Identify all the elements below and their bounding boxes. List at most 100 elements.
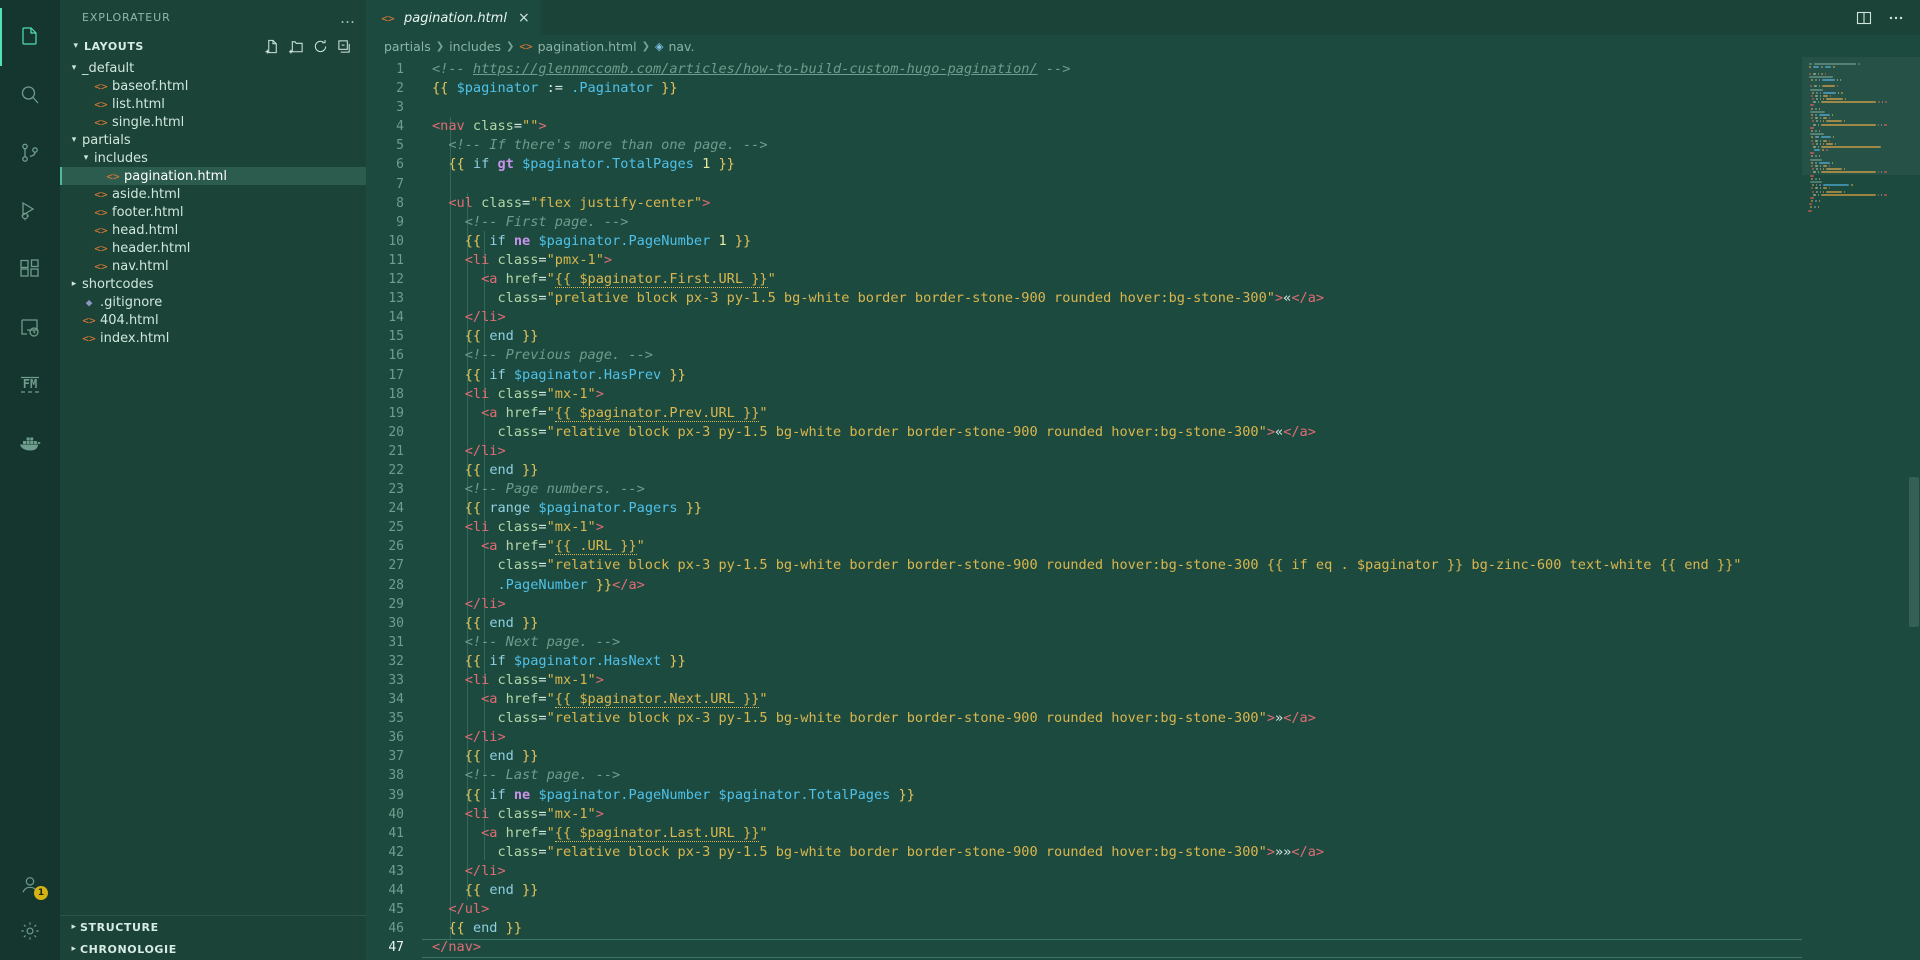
code-line-text[interactable]: </li> <box>422 308 1802 327</box>
new-folder-icon[interactable] <box>289 39 304 54</box>
tree-item-aside-html[interactable]: <> aside.html <box>60 185 366 203</box>
code-line-text[interactable]: <!-- Next page. --> <box>422 633 1802 652</box>
code-line-text[interactable]: {{ if $paginator.HasNext }} <box>422 652 1802 671</box>
sidebar-section-layouts[interactable]: ▾ LAYOUTS <box>60 35 366 57</box>
code-line[interactable]: 10 {{ if ne $paginator.PageNumber 1 }} <box>366 232 1802 251</box>
code-line[interactable]: 25 <li class="mx-1"> <box>366 518 1802 537</box>
code-line-text[interactable]: <a href="{{ $paginator.Next.URL }}" <box>422 690 1802 709</box>
code-line[interactable]: 7 <box>366 175 1802 194</box>
code-line[interactable]: 29 </li> <box>366 595 1802 614</box>
code-line-text[interactable]: {{ end }} <box>422 461 1802 480</box>
split-editor-icon[interactable] <box>1856 10 1872 26</box>
code-line[interactable]: 14 </li> <box>366 308 1802 327</box>
code-line[interactable]: 5 <!-- If there's more than one page. --… <box>366 136 1802 155</box>
code-line[interactable]: 23 <!-- Page numbers. --> <box>366 480 1802 499</box>
code-line[interactable]: 27 class="relative block px-3 py-1.5 bg-… <box>366 556 1802 575</box>
code-line-text[interactable]: {{ if $paginator.HasPrev }} <box>422 366 1802 385</box>
tree-item-nav-html[interactable]: <> nav.html <box>60 257 366 275</box>
tree-item-baseof-html[interactable]: <> baseof.html <box>60 77 366 95</box>
code-line[interactable]: 15 {{ end }} <box>366 327 1802 346</box>
code-line[interactable]: 3 <box>366 98 1802 117</box>
code-line[interactable]: 28 .PageNumber }}</a> <box>366 576 1802 595</box>
activitybar-manage[interactable] <box>0 908 60 954</box>
tree-item-index-html[interactable]: <> index.html <box>60 329 366 347</box>
code-line[interactable]: 19 <a href="{{ $paginator.Prev.URL }}" <box>366 404 1802 423</box>
code-line-text[interactable]: {{ if ne $paginator.PageNumber $paginato… <box>422 786 1802 805</box>
code-line-text[interactable]: {{ $paginator := .Paginator }} <box>422 79 1802 98</box>
code-line-text[interactable] <box>422 98 1802 117</box>
breadcrumb-item-symbol[interactable]: nav. <box>668 39 694 54</box>
activitybar-file-manager[interactable]: FM <box>0 356 60 414</box>
sidebar-more-actions[interactable]: … <box>340 9 356 27</box>
code-line[interactable]: 18 <li class="mx-1"> <box>366 385 1802 404</box>
code-line-text[interactable]: class="relative block px-3 py-1.5 bg-whi… <box>422 709 1802 728</box>
code-line[interactable]: 31 <!-- Next page. --> <box>366 633 1802 652</box>
code-line[interactable]: 32 {{ if $paginator.HasNext }} <box>366 652 1802 671</box>
tree-item-list-html[interactable]: <> list.html <box>60 95 366 113</box>
code-line-text[interactable]: <!-- https://glennmccomb.com/articles/ho… <box>422 60 1802 79</box>
code-line-text[interactable]: </nav> <box>422 938 1802 957</box>
code-line[interactable]: 6 {{ if gt $paginator.TotalPages 1 }} <box>366 155 1802 174</box>
tree-item-head-html[interactable]: <> head.html <box>60 221 366 239</box>
close-icon[interactable]: × <box>518 10 530 26</box>
code-line[interactable]: 39 {{ if ne $paginator.PageNumber $pagin… <box>366 786 1802 805</box>
tree-item-includes[interactable]: ▾ includes <box>60 149 366 167</box>
activitybar-source-control[interactable] <box>0 124 60 182</box>
code-line[interactable]: 45 </ul> <box>366 900 1802 919</box>
tree-item-pagination-html[interactable]: <> pagination.html <box>60 167 366 185</box>
code-line[interactable]: 24 {{ range $paginator.Pagers }} <box>366 499 1802 518</box>
code-line[interactable]: 41 <a href="{{ $paginator.Last.URL }}" <box>366 824 1802 843</box>
code-line[interactable]: 22 {{ end }} <box>366 461 1802 480</box>
tree-item-shortcodes[interactable]: ▸ shortcodes <box>60 275 366 293</box>
code-line[interactable]: 11 <li class="pmx-1"> <box>366 251 1802 270</box>
tree-item--gitignore[interactable]: ◆ .gitignore <box>60 293 366 311</box>
panel-structure[interactable]: ▸ STRUCTURE <box>60 916 366 938</box>
code-line-text[interactable]: {{ range $paginator.Pagers }} <box>422 499 1802 518</box>
editor-scrollbar[interactable] <box>1906 57 1920 960</box>
more-actions-icon[interactable] <box>1888 10 1904 26</box>
activitybar-remote-explorer[interactable] <box>0 298 60 356</box>
code-line-text[interactable]: class="relative block px-3 py-1.5 bg-whi… <box>422 556 1802 575</box>
code-line-text[interactable]: class="relative block px-3 py-1.5 bg-whi… <box>422 423 1802 442</box>
code-line-text[interactable]: <a href="{{ $paginator.Last.URL }}" <box>422 824 1802 843</box>
code-line[interactable]: 21 </li> <box>366 442 1802 461</box>
code-line-text[interactable]: <!-- If there's more than one page. --> <box>422 136 1802 155</box>
code-line-text[interactable]: {{ if gt $paginator.TotalPages 1 }} <box>422 155 1802 174</box>
code-line-text[interactable]: </ul> <box>422 900 1802 919</box>
code-line[interactable]: 17 {{ if $paginator.HasPrev }} <box>366 366 1802 385</box>
code-line[interactable]: 44 {{ end }} <box>366 881 1802 900</box>
code-line[interactable]: 1 <!-- https://glennmccomb.com/articles/h… <box>366 60 1802 79</box>
code-line-text[interactable]: <a href="{{ $paginator.Prev.URL }}" <box>422 404 1802 423</box>
code-line[interactable]: 33 <li class="mx-1"> <box>366 671 1802 690</box>
code-line-text[interactable]: <li class="mx-1"> <box>422 385 1802 404</box>
code-line-text[interactable]: <nav class=""> <box>422 117 1802 136</box>
code-line[interactable]: 8 <ul class="flex justify-center"> <box>366 194 1802 213</box>
code-line-text[interactable]: {{ end }} <box>422 614 1802 633</box>
refresh-icon[interactable] <box>313 39 328 54</box>
code-line-text[interactable]: </li> <box>422 728 1802 747</box>
code-lines[interactable]: 1 <!-- https://glennmccomb.com/articles/h… <box>366 57 1802 960</box>
tree-item-404-html[interactable]: <> 404.html <box>60 311 366 329</box>
code-line-text[interactable]: <li class="mx-1"> <box>422 671 1802 690</box>
code-line-text[interactable]: {{ end }} <box>422 881 1802 900</box>
code-line[interactable]: 20 class="relative block px-3 py-1.5 bg-… <box>366 423 1802 442</box>
tree-item-partials[interactable]: ▾ partials <box>60 131 366 149</box>
code-line[interactable]: 12 <a href="{{ $paginator.First.URL }}" <box>366 270 1802 289</box>
code-line[interactable]: 43 </li> <box>366 862 1802 881</box>
minimap-slider[interactable] <box>1802 57 1920 175</box>
code-line[interactable]: 37 {{ end }} <box>366 747 1802 766</box>
new-file-icon[interactable] <box>265 39 280 54</box>
code-line[interactable]: 42 class="relative block px-3 py-1.5 bg-… <box>366 843 1802 862</box>
code-line-text[interactable]: <!-- Page numbers. --> <box>422 480 1802 499</box>
breadcrumb-item-includes[interactable]: includes <box>449 39 501 54</box>
breadcrumb-item-partials[interactable]: partials <box>384 39 431 54</box>
code-line-text[interactable]: <a href="{{ .URL }}" <box>422 537 1802 556</box>
code-line[interactable]: 38 <!-- Last page. --> <box>366 766 1802 785</box>
code-line-text[interactable]: </li> <box>422 595 1802 614</box>
code-line-text[interactable]: <li class="mx-1"> <box>422 518 1802 537</box>
code-line-text[interactable]: class="relative block px-3 py-1.5 bg-whi… <box>422 843 1802 862</box>
code-line-text[interactable]: class="prelative block px-3 py-1.5 bg-wh… <box>422 289 1802 308</box>
code-line-text[interactable]: <ul class="flex justify-center"> <box>422 194 1802 213</box>
activitybar-docker[interactable] <box>0 414 60 472</box>
code-line-text[interactable]: <!-- Last page. --> <box>422 766 1802 785</box>
